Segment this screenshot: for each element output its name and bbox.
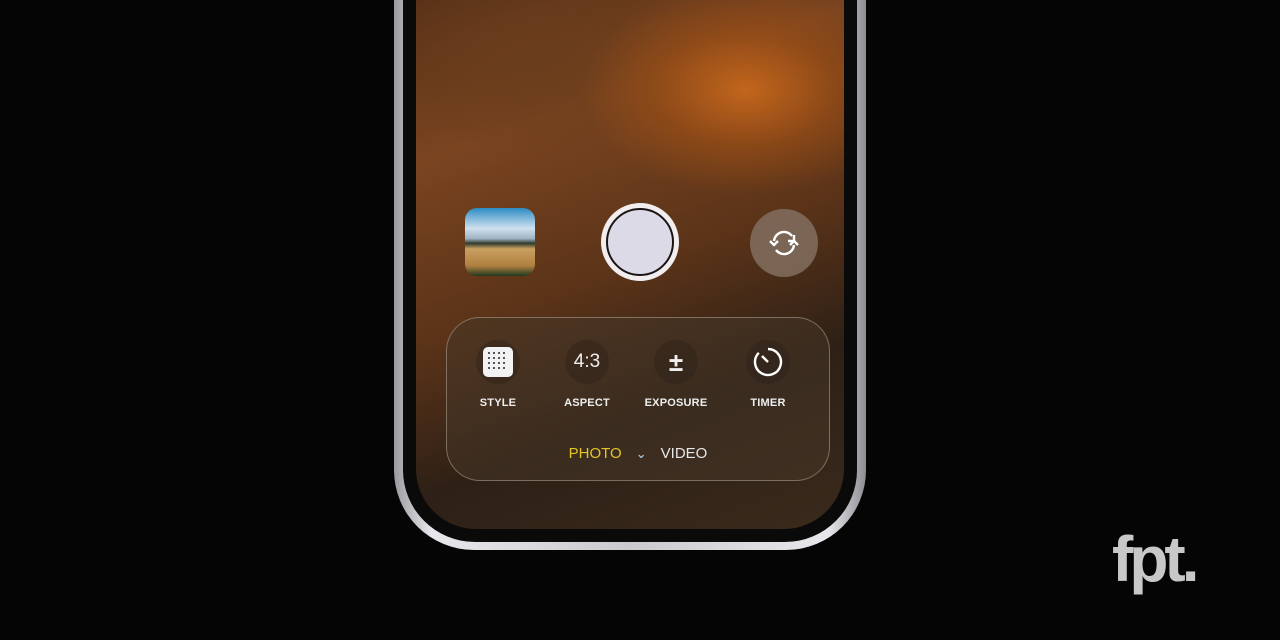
aspect-label: ASPECT: [564, 397, 610, 409]
fpt-logo-watermark: fpt.: [1112, 523, 1199, 595]
timer-icon: [753, 347, 783, 377]
timer-label: TIMER: [750, 397, 786, 409]
phone-bezel: STYLE 4:3 ASPECT ± EXPOSURE TIMER PHOTO ⌄…: [403, 0, 857, 542]
camera-controls-panel: STYLE 4:3 ASPECT ± EXPOSURE TIMER PHOTO ⌄…: [446, 317, 830, 481]
mode-video[interactable]: VIDEO: [661, 445, 708, 462]
switch-camera-button[interactable]: [750, 209, 818, 277]
exposure-label: EXPOSURE: [644, 397, 708, 409]
exposure-control[interactable]: ± EXPOSURE: [636, 340, 716, 409]
aspect-control[interactable]: 4:3 ASPECT: [547, 340, 627, 409]
mode-switcher: PHOTO ⌄ VIDEO: [447, 445, 829, 462]
timer-control[interactable]: TIMER: [728, 340, 808, 409]
chevron-down-icon[interactable]: ⌄: [636, 446, 647, 462]
grid-icon: [483, 347, 513, 377]
shutter-button[interactable]: [601, 203, 679, 281]
rotate-camera-icon: [769, 230, 799, 256]
camera-viewfinder[interactable]: STYLE 4:3 ASPECT ± EXPOSURE TIMER PHOTO ⌄…: [416, 0, 844, 529]
style-label: STYLE: [479, 397, 517, 409]
last-photo-thumbnail[interactable]: [465, 208, 535, 276]
mode-photo[interactable]: PHOTO: [569, 445, 622, 462]
style-control[interactable]: STYLE: [458, 340, 538, 409]
plus-minus-icon: ±: [654, 340, 698, 384]
phone-frame: STYLE 4:3 ASPECT ± EXPOSURE TIMER PHOTO ⌄…: [394, 0, 866, 550]
aspect-ratio-value: 4:3: [565, 340, 609, 384]
